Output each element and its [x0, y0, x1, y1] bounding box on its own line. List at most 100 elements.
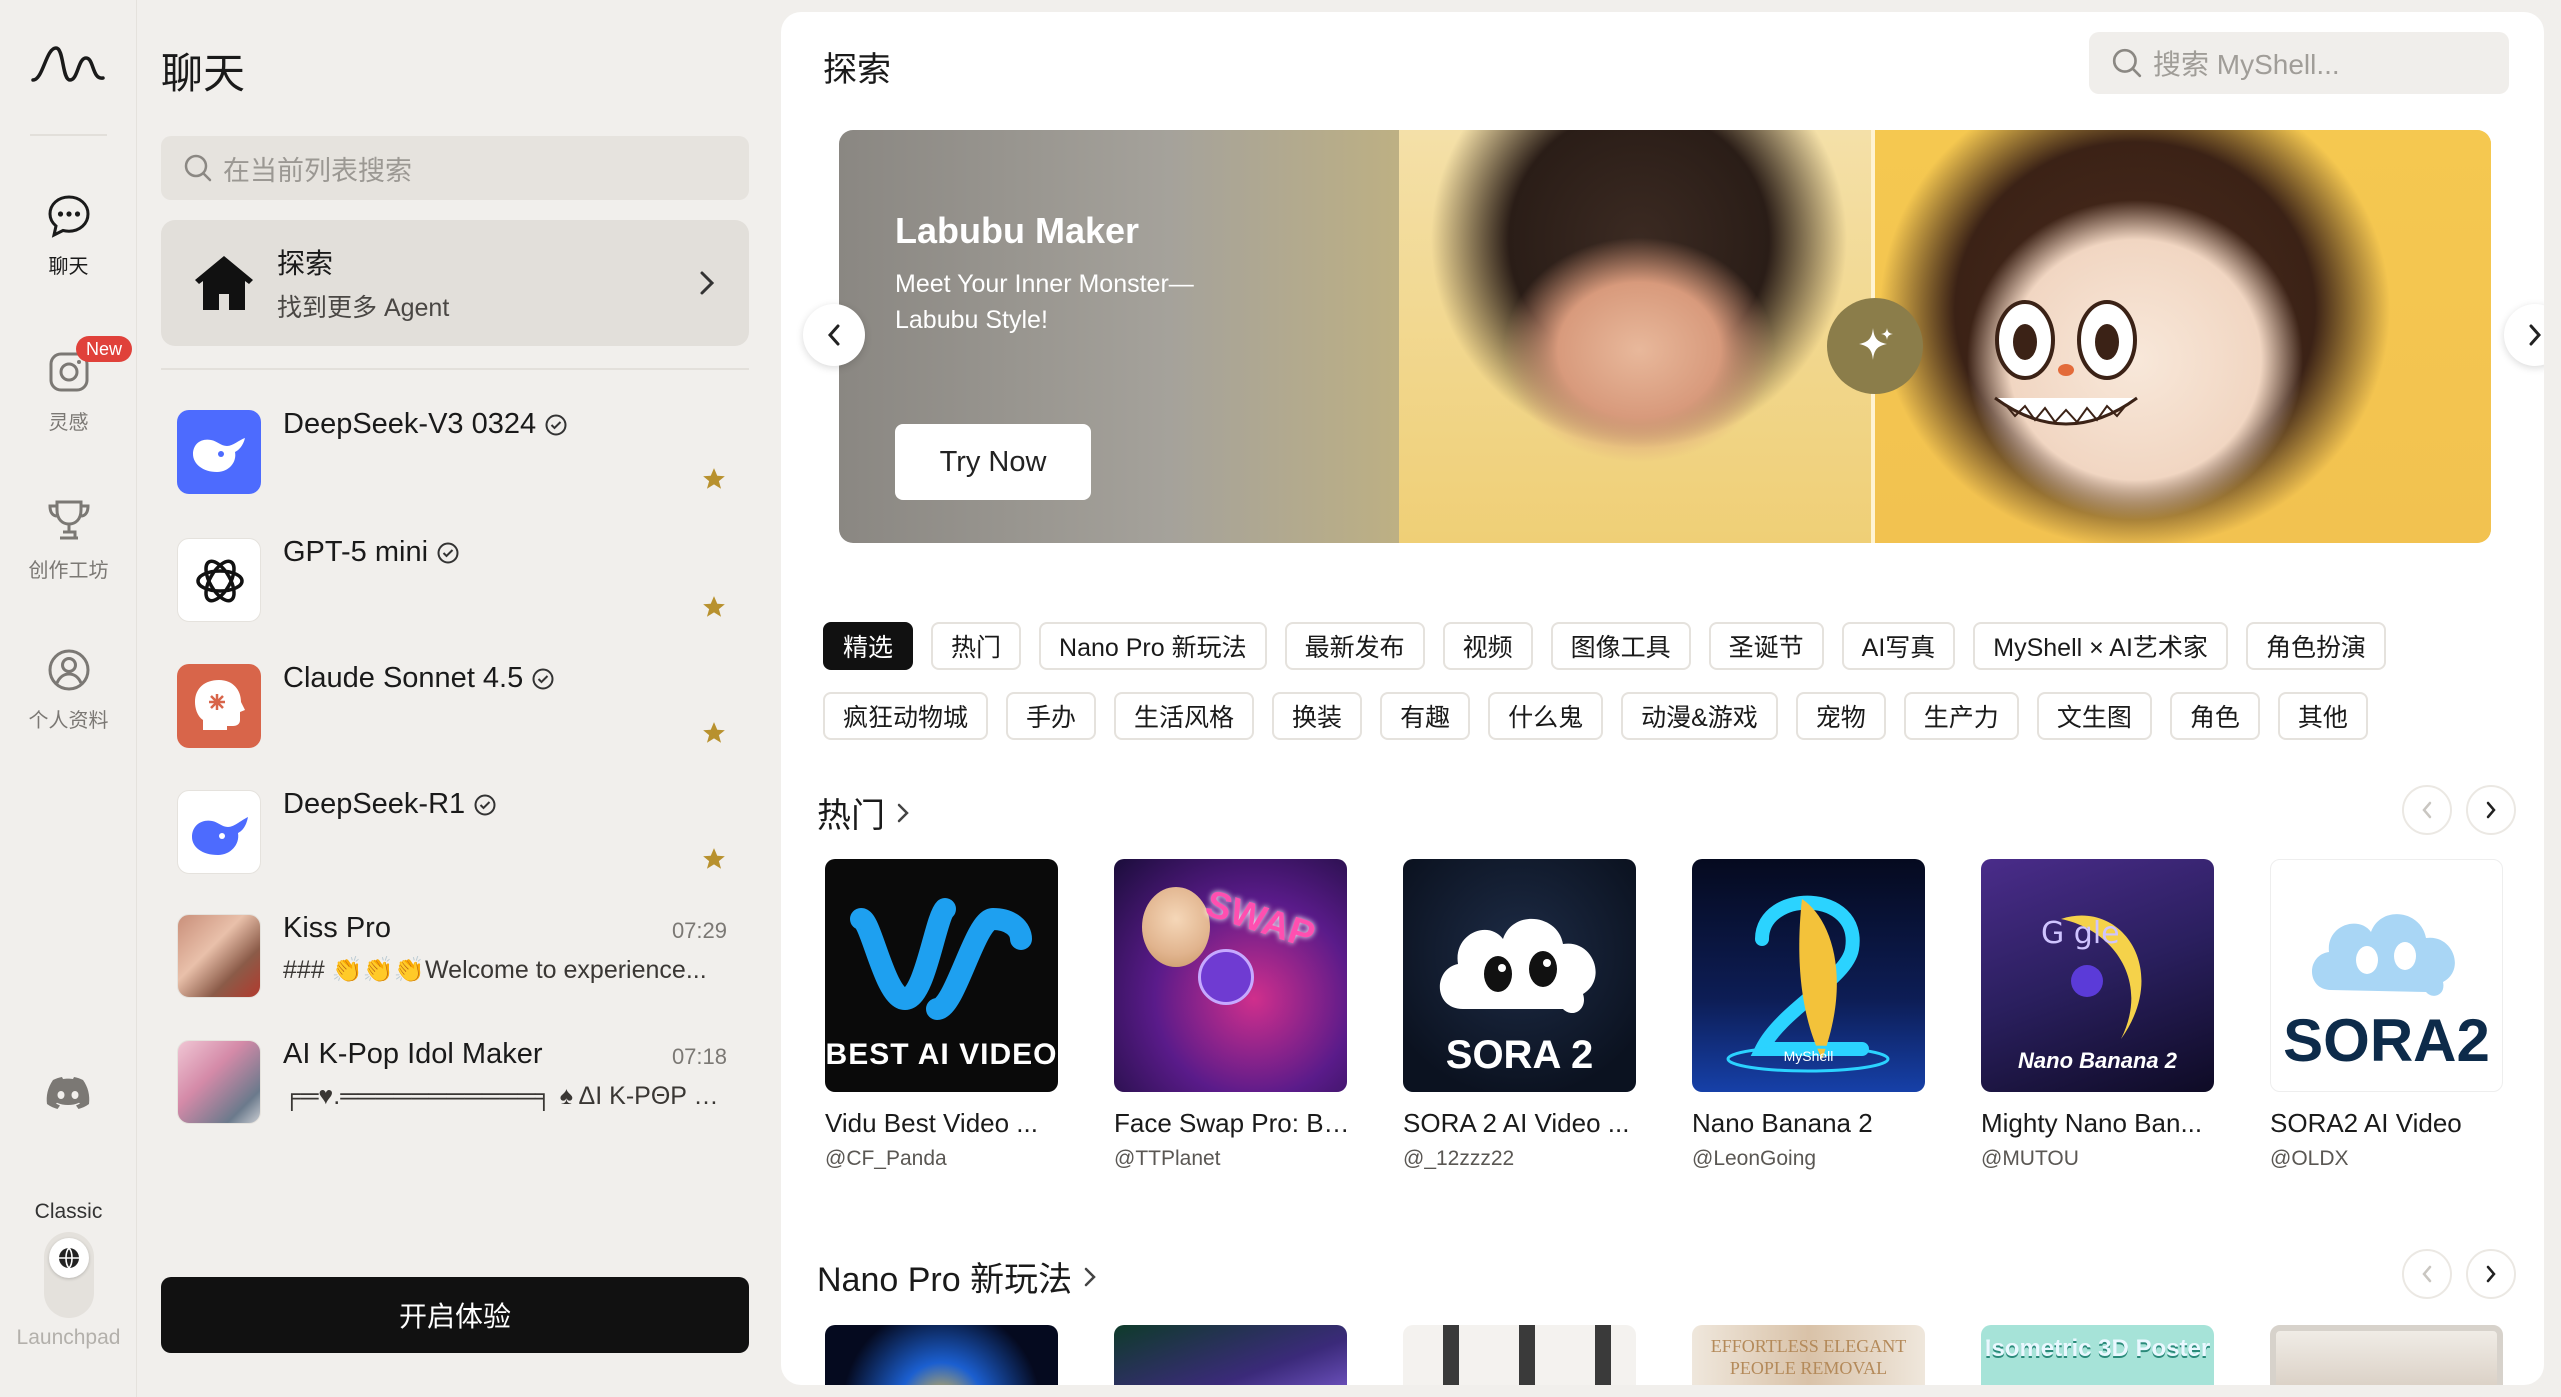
chip-anime-games[interactable]: 动漫&游戏	[1621, 692, 1778, 740]
star-icon[interactable]	[701, 846, 727, 872]
chip-figure[interactable]: 手办	[1006, 692, 1097, 740]
chip-video[interactable]: 视频	[1442, 622, 1533, 670]
chip-wtf[interactable]: 什么鬼	[1488, 692, 1604, 740]
section-title-nano-pro[interactable]: Nano Pro 新玩法	[817, 1252, 1098, 1301]
toggle-knob	[49, 1238, 89, 1278]
chip-text-to-image[interactable]: 文生图	[2036, 692, 2152, 740]
chip-outfit[interactable]: 换装	[1272, 692, 1363, 740]
chat-name: DeepSeek-R1	[283, 788, 497, 821]
chat-preview: ╒═♥.═══════════╕ ♠ ΔI K-PΘP MΘ...	[283, 1082, 723, 1110]
chip-nano-pro[interactable]: Nano Pro 新玩法	[1039, 622, 1267, 670]
chat-item[interactable]: GPT-5 mini	[161, 518, 749, 622]
discord-icon[interactable]	[46, 1076, 90, 1110]
banner-title: Labubu Maker	[895, 210, 1140, 251]
agent-card[interactable]: BEST AI VIDEO Vidu Best Video ... @CF_Pa…	[825, 859, 1058, 1171]
agent-card[interactable]	[2270, 1325, 2503, 1385]
explore-card[interactable]: 探索 找到更多 Agent	[161, 220, 749, 346]
agent-card[interactable]: G gle Nano Banana 2 Mighty Nano Ban... @…	[1981, 859, 2214, 1171]
agent-card[interactable]: EFFORTLESS ELEGANT PEOPLE REMOVAL	[1692, 1325, 1925, 1385]
star-icon[interactable]	[701, 594, 727, 620]
chip-other[interactable]: 其他	[2277, 692, 2368, 740]
chat-item[interactable]: Kiss Pro 07:29 ### 👏👏👏Welcome to experie…	[161, 894, 749, 998]
chip-christmas[interactable]: 圣诞节	[1708, 622, 1824, 670]
agent-card[interactable]: Isometric 3D Poster	[1981, 1325, 2214, 1385]
chip-hot[interactable]: 热门	[931, 622, 1022, 670]
hero-banner[interactable]: Labubu Maker Meet Your Inner Monster—Lab…	[839, 130, 2491, 543]
chat-time: 07:18	[671, 1044, 727, 1069]
rail-item-inspiration[interactable]: New 灵感	[0, 336, 137, 435]
globe-icon	[59, 1247, 79, 1269]
card-thumbnail	[1114, 1325, 1347, 1385]
chip-zootopia[interactable]: 疯狂动物城	[823, 692, 989, 740]
chip-character[interactable]: 角色	[2169, 692, 2260, 740]
card-author: @LeonGoing	[1692, 1147, 1817, 1170]
section-prev-button[interactable]	[2402, 1249, 2452, 1299]
try-now-button[interactable]: Try Now	[895, 424, 1091, 500]
rail-item-workshop[interactable]: 创作工坊	[0, 496, 137, 583]
myshell-logo[interactable]	[28, 38, 108, 98]
svg-text:G gle: G gle	[2041, 916, 2120, 951]
agent-card[interactable]: SORA 2 SORA 2 AI Video ... @_12zzz22	[1403, 859, 1636, 1171]
chip-latest[interactable]: 最新发布	[1284, 622, 1425, 670]
banner-subtitle: Meet Your Inner Monster—Labubu Style!	[895, 270, 1194, 334]
card-thumbnail	[1403, 1325, 1636, 1385]
card-thumbnail	[2270, 1325, 2503, 1385]
search-placeholder: 在当前列表搜索	[223, 155, 412, 186]
agent-card[interactable]	[825, 1325, 1058, 1385]
banner-prev-button[interactable]	[803, 304, 865, 366]
rail-item-label: 创作工坊	[28, 560, 109, 582]
section-nano-pro-arrows	[2402, 1249, 2516, 1299]
chat-item[interactable]: AI K-Pop Idol Maker 07:18 ╒═♥.══════════…	[161, 1020, 749, 1124]
chip-myshell-artist[interactable]: MyShell × AI艺术家	[1973, 622, 2228, 670]
whale-icon	[193, 438, 245, 472]
card-thumb-text: BEST AI VIDEO	[825, 1038, 1058, 1071]
chat-item[interactable]: Claude Sonnet 4.5	[161, 644, 749, 748]
chip-pets[interactable]: 宠物	[1795, 692, 1886, 740]
section-title-hot[interactable]: 热门	[817, 788, 911, 837]
agent-card[interactable]: MyShell Nano Banana 2 @LeonGoing	[1692, 859, 1925, 1171]
rail-item-label: 灵感	[48, 412, 89, 434]
chip-image-tools[interactable]: 图像工具	[1550, 622, 1691, 670]
chip-productivity[interactable]: 生产力	[1903, 692, 2019, 740]
chip-ai-portrait[interactable]: AI写真	[1841, 622, 1956, 670]
home-icon	[195, 256, 253, 310]
chat-item[interactable]: DeepSeek-R1	[161, 770, 749, 874]
page-title: 探索	[823, 51, 891, 89]
section-next-button[interactable]	[2466, 785, 2516, 835]
banner-next-button[interactable]	[2504, 304, 2544, 366]
search-icon	[2112, 48, 2142, 78]
card-thumbnail: SORA 2	[1403, 859, 1636, 1092]
chat-item[interactable]: DeepSeek-V3 0324	[161, 390, 749, 494]
section-prev-button[interactable]	[2402, 785, 2452, 835]
chip-featured[interactable]: 精选	[823, 622, 914, 670]
panel-separator	[161, 368, 749, 370]
section-title-text: Nano Pro 新玩法	[817, 1261, 1073, 1299]
start-experience-button[interactable]: 开启体验	[161, 1277, 749, 1353]
classic-launchpad-toggle[interactable]	[44, 1232, 94, 1318]
claude-head-icon	[195, 680, 245, 730]
chevron-right-icon	[1084, 1267, 1096, 1286]
swap-badge	[1198, 949, 1254, 1005]
openai-icon	[196, 559, 244, 603]
agent-card[interactable]	[1114, 1325, 1347, 1385]
agent-card[interactable]	[1403, 1325, 1636, 1385]
myshell-search-input[interactable]: 搜索 MyShell...	[2089, 32, 2509, 94]
rail-item-profile[interactable]: 个人资料	[0, 646, 137, 733]
chevron-left-icon	[2422, 1265, 2432, 1283]
star-icon[interactable]	[701, 720, 727, 746]
star-icon[interactable]	[701, 466, 727, 492]
list-search-input[interactable]: 在当前列表搜索	[161, 136, 749, 200]
agent-card[interactable]: SORA2 SORA2 AI Video @OLDX	[2270, 859, 2503, 1171]
left-rail: 聊天 New 灵感 创作工坊 个人资料 Classic Launchpad	[0, 0, 137, 1397]
section-next-button[interactable]	[2466, 1249, 2516, 1299]
card-name: SORA 2 AI Video ...	[1403, 1108, 1630, 1138]
agent-card[interactable]: SWAP Face Swap Pro: Be... @TTPlanet	[1114, 859, 1354, 1171]
section-title-text: 热门	[817, 797, 885, 835]
rail-item-chat[interactable]: 聊天	[0, 192, 137, 279]
card-thumbnail: Isometric 3D Poster	[1981, 1325, 2214, 1385]
chip-fun[interactable]: 有趣	[1380, 692, 1471, 740]
chip-lifestyle[interactable]: 生活风格	[1114, 692, 1255, 740]
verified-icon	[474, 794, 496, 815]
chat-time: 07:29	[671, 918, 727, 943]
chip-roleplay[interactable]: 角色扮演	[2245, 622, 2386, 670]
